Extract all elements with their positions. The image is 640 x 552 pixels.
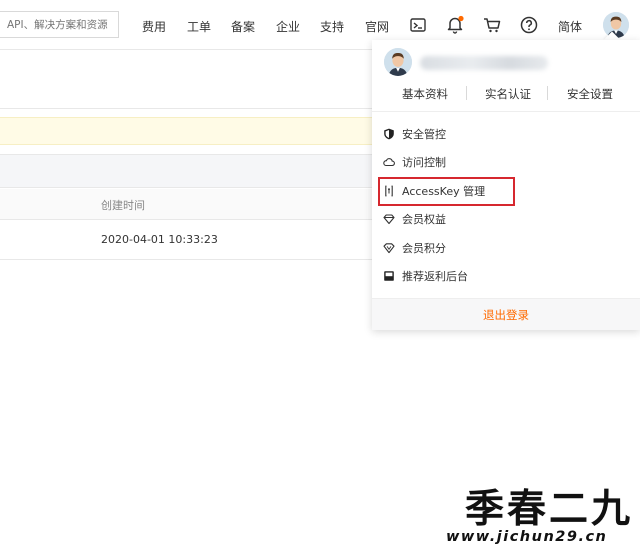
- menu-item-member-points[interactable]: 会员积分: [383, 238, 628, 258]
- menu-item-referral-rebate[interactable]: 推荐返利后台: [383, 266, 628, 286]
- nav-tickets[interactable]: 工单: [187, 18, 211, 35]
- gift-icon: [383, 270, 395, 282]
- basic-profile-link[interactable]: 基本资料: [402, 86, 448, 102]
- separator: [466, 86, 467, 100]
- cart-icon[interactable]: [482, 14, 502, 36]
- separator: [547, 86, 548, 100]
- created-time-cell: 2020-04-01 10:33:23: [101, 233, 218, 246]
- logout-button[interactable]: 退出登录: [372, 307, 640, 323]
- table-header-row: [0, 189, 400, 220]
- dropdown-avatar: [384, 48, 412, 76]
- section-divider: [0, 108, 400, 109]
- menu-item-label: 访问控制: [402, 156, 446, 169]
- menu-item-label: 会员积分: [402, 242, 446, 255]
- menu-item-security-control[interactable]: 安全管控: [383, 124, 628, 144]
- real-name-verification-link[interactable]: 实名认证: [485, 86, 531, 102]
- dropdown-divider: [372, 111, 640, 112]
- help-icon[interactable]: [519, 14, 539, 36]
- menu-item-member-benefits[interactable]: 会员权益: [383, 209, 628, 229]
- column-header-created-time: 创建时间: [101, 199, 145, 212]
- nav-official-site[interactable]: 官网: [365, 18, 389, 35]
- nav-enterprise[interactable]: 企业: [276, 18, 300, 35]
- table-toolbar: [0, 154, 400, 188]
- shield-icon: [383, 128, 395, 140]
- account-name-blurred: [420, 56, 548, 70]
- gem-icon: [383, 242, 395, 254]
- bell-icon[interactable]: [445, 14, 465, 36]
- highlight-annotation-box: [378, 177, 515, 206]
- watermark-title: 季春二九: [465, 487, 634, 532]
- menu-item-label: 会员权益: [402, 213, 446, 226]
- search-input[interactable]: [0, 11, 119, 38]
- nav-icp-filing[interactable]: 备案: [231, 18, 255, 35]
- menu-item-label: 安全管控: [402, 128, 446, 141]
- nav-support[interactable]: 支持: [320, 18, 344, 35]
- user-avatar-button[interactable]: [603, 12, 629, 38]
- menu-item-access-control[interactable]: 访问控制: [383, 152, 628, 172]
- terminal-icon[interactable]: [408, 14, 428, 36]
- diamond-icon: [383, 213, 395, 225]
- watermark-url: www.jichun29.cn: [446, 529, 608, 545]
- security-settings-link[interactable]: 安全设置: [567, 86, 613, 102]
- nav-billing[interactable]: 费用: [142, 18, 166, 35]
- cloud-icon: [383, 156, 395, 168]
- language-switch[interactable]: 简体: [558, 18, 582, 35]
- notice-banner: [0, 117, 400, 145]
- menu-item-label: 推荐返利后台: [402, 270, 468, 283]
